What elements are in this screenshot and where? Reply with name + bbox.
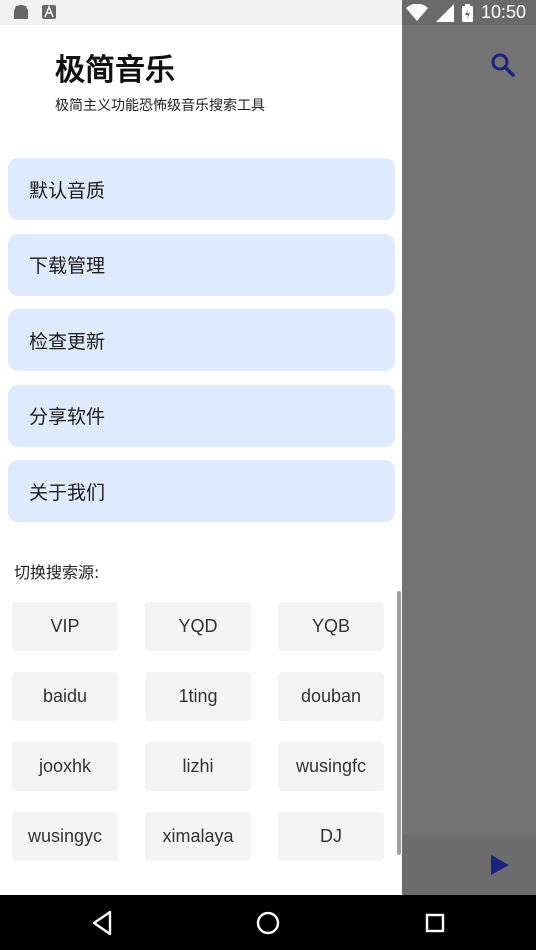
system-nav-bar <box>0 895 536 950</box>
menu-item-default-quality[interactable]: 默认音质 <box>8 158 395 220</box>
search-source-label: 切换搜索源: <box>14 563 100 582</box>
source-chip-jooxhk[interactable]: jooxhk <box>12 742 118 791</box>
source-chip-yqb[interactable]: YQB <box>278 602 384 651</box>
source-chip-lizhi[interactable]: lizhi <box>145 742 251 791</box>
source-chip-1ting[interactable]: 1ting <box>145 672 251 721</box>
back-icon[interactable] <box>86 907 118 939</box>
source-chip-wusingfc[interactable]: wusingfc <box>278 742 384 791</box>
source-chip-yqd[interactable]: YQD <box>145 602 251 651</box>
wifi-icon <box>405 3 428 21</box>
scrim-overlay[interactable] <box>402 25 536 895</box>
play-icon[interactable] <box>488 853 512 877</box>
status-time: 10:50 <box>480 2 526 22</box>
source-chip-wusingyc[interactable]: wusingyc <box>12 812 118 861</box>
a-letter-icon <box>42 5 56 19</box>
status-right-icons: 10:50 <box>405 2 526 23</box>
source-chip-baidu[interactable]: baidu <box>12 672 118 721</box>
signal-icon <box>435 3 454 22</box>
source-chip-vip[interactable]: VIP <box>12 602 118 651</box>
player-bar <box>402 835 536 895</box>
source-chip-dj[interactable]: DJ <box>278 812 384 861</box>
search-source-grid: VIP YQD YQB baidu 1ting douban jooxhk li… <box>12 602 385 861</box>
menu-item-share-app[interactable]: 分享软件 <box>8 384 395 447</box>
app-subtitle: 极简主义功能恐怖级音乐搜索工具 <box>55 98 265 114</box>
source-chip-douban[interactable]: douban <box>278 672 384 721</box>
drawer-status-area <box>0 0 402 25</box>
menu-item-about-us[interactable]: 关于我们 <box>8 460 395 522</box>
navigation-drawer: 极简音乐 极简主义功能恐怖级音乐搜索工具 默认音质 下载管理 检查更新 分享软件… <box>0 25 402 895</box>
battery-icon <box>461 3 473 22</box>
recents-icon[interactable] <box>419 907 451 939</box>
menu-item-download-manager[interactable]: 下载管理 <box>8 233 395 296</box>
drawer-menu: 默认音质 下载管理 检查更新 分享软件 关于我们 <box>8 158 395 536</box>
search-icon[interactable] <box>490 52 516 78</box>
app-title: 极简音乐 <box>55 53 175 88</box>
menu-item-check-update[interactable]: 检查更新 <box>8 309 395 371</box>
status-left-icons <box>12 4 56 20</box>
source-chip-ximalaya[interactable]: ximalaya <box>145 812 251 861</box>
drawer-scrollbar[interactable] <box>397 591 401 855</box>
home-icon[interactable] <box>252 907 284 939</box>
android-icon <box>14 5 28 19</box>
